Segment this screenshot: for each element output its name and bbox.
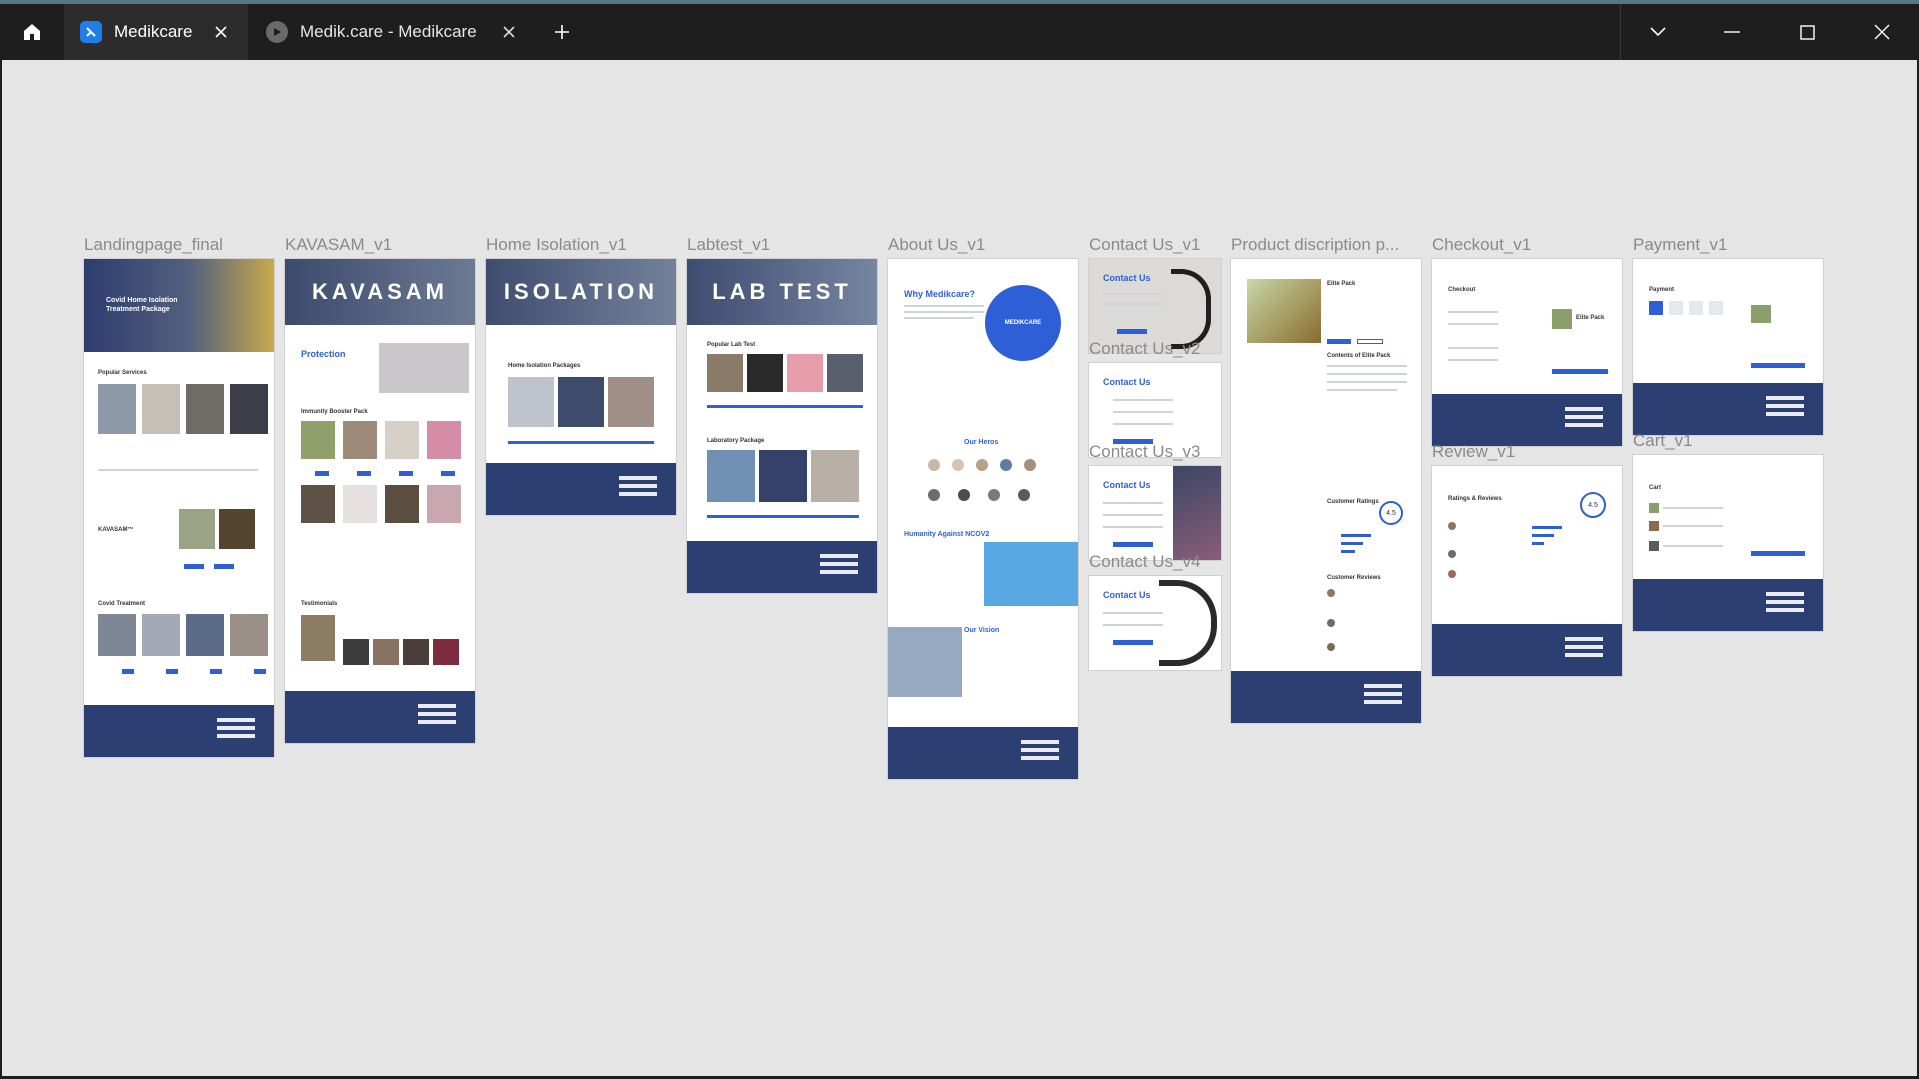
frame-contact-v4[interactable]: Contact Us xyxy=(1089,576,1221,670)
hero-banner: ISOLATION xyxy=(486,259,676,325)
footer xyxy=(888,727,1078,779)
frame-home-isolation[interactable]: ISOLATION Home Isolation Packages xyxy=(486,259,676,515)
section-title: Contact Us xyxy=(1103,480,1151,490)
logo-circle: MEDIKCARE xyxy=(985,285,1061,361)
section-title: Customer Ratings xyxy=(1327,499,1379,505)
section-title: Payment xyxy=(1649,287,1675,293)
minimize-icon xyxy=(1724,31,1740,33)
frame-label[interactable]: Contact Us_v2 xyxy=(1089,339,1223,359)
section-title: Immunity Booster Pack xyxy=(301,409,368,415)
section-title: Our Heros xyxy=(964,439,999,446)
close-icon xyxy=(1874,24,1890,40)
footer xyxy=(1633,579,1823,631)
section-title: Laboratory Package xyxy=(707,438,765,444)
frame-label[interactable]: Contact Us_v1 xyxy=(1089,235,1223,255)
chevron-down-icon xyxy=(1650,27,1666,37)
footer xyxy=(1231,671,1421,723)
section-title: Customer Reviews xyxy=(1327,575,1381,581)
frame-label[interactable]: About Us_v1 xyxy=(888,235,1078,255)
frame-review[interactable]: Ratings & Reviews 4.5 xyxy=(1432,466,1622,676)
frame-label[interactable]: Payment_v1 xyxy=(1633,235,1823,255)
footer xyxy=(84,705,274,757)
footer xyxy=(486,463,676,515)
frame-label[interactable]: Review_v1 xyxy=(1432,442,1622,462)
section-title: Testimonials xyxy=(301,601,338,607)
hero-title: ISOLATION xyxy=(503,279,659,304)
footer xyxy=(1432,394,1622,446)
frame-landing[interactable]: Covid Home Isolation Treatment Package P… xyxy=(84,259,274,757)
hero-banner: KAVASAM xyxy=(285,259,475,325)
frame-product[interactable]: Elite Pack Contents of Elite Pack Custom… xyxy=(1231,259,1421,723)
close-window-button[interactable] xyxy=(1845,4,1919,60)
section-title: KAVASAM™ xyxy=(98,527,134,533)
frame-label[interactable]: Checkout_v1 xyxy=(1432,235,1622,255)
frame-about[interactable]: Why Medikcare? MEDIKCARE Our Heros Human… xyxy=(888,259,1078,779)
frame-label[interactable]: KAVASAM_v1 xyxy=(285,235,475,255)
frame-label[interactable]: Contact Us_v4 xyxy=(1089,552,1223,572)
rating-circle: 4.5 xyxy=(1379,501,1403,525)
section-title: Humanity Against NCOV2 xyxy=(904,531,990,538)
section-title: Covid Treatment xyxy=(98,601,146,607)
section-title: Ratings & Reviews xyxy=(1448,496,1502,502)
footer xyxy=(1432,624,1622,676)
frame-kavasam[interactable]: KAVASAM Protection Immunity Booster Pack… xyxy=(285,259,475,743)
section-title: Cart xyxy=(1649,485,1662,491)
home-button[interactable] xyxy=(0,4,64,60)
tab-label: Medik.care - Medikcare xyxy=(300,22,477,41)
logo-text: MEDIKCARE xyxy=(1004,320,1042,326)
title-bar: Medikcare Medik.care - Medikcare xyxy=(0,0,1919,60)
app-icon xyxy=(80,21,102,43)
design-canvas[interactable]: Landingpage_final Covid Home Isolation T… xyxy=(2,60,1917,1076)
section-title: Popular Services xyxy=(98,370,147,376)
new-tab-button[interactable] xyxy=(544,14,580,50)
rating-value: 4.5 xyxy=(1588,501,1598,509)
frame-labtest[interactable]: LAB TEST Popular Lab Test Laboratory Pac… xyxy=(687,259,877,593)
footer xyxy=(285,691,475,743)
tab-list-button[interactable] xyxy=(1621,4,1695,60)
play-icon xyxy=(266,21,288,43)
plus-icon xyxy=(555,25,569,39)
section-title: Contents of Elite Pack xyxy=(1327,353,1391,359)
frame-checkout[interactable]: Checkout Elite Pack xyxy=(1432,259,1622,446)
item-name: Elite Pack xyxy=(1576,315,1605,321)
tab-label: Medikcare xyxy=(114,22,193,41)
frame-label[interactable]: Labtest_v1 xyxy=(687,235,877,255)
rating-circle: 4.5 xyxy=(1580,492,1606,518)
maximize-icon xyxy=(1799,24,1815,40)
hero-banner: Covid Home Isolation Treatment Package xyxy=(84,259,274,352)
tab-medikcare[interactable]: Medikcare xyxy=(64,4,248,60)
section-title: Our Vision xyxy=(964,627,1000,634)
close-tab-icon[interactable] xyxy=(210,21,232,43)
minimize-button[interactable] xyxy=(1695,4,1769,60)
frame-label[interactable]: Contact Us_v3 xyxy=(1089,442,1223,462)
section-title: Elite Pack xyxy=(1327,281,1356,287)
footer xyxy=(1633,383,1823,435)
hero-title: KAVASAM xyxy=(312,279,448,304)
home-icon xyxy=(24,24,40,40)
tab-medik-care[interactable]: Medik.care - Medikcare xyxy=(250,4,536,60)
section-title: Contact Us xyxy=(1103,377,1151,387)
frame-label[interactable]: Landingpage_final xyxy=(84,235,274,255)
frame-label[interactable]: Home Isolation_v1 xyxy=(486,235,676,255)
section-title: Contact Us xyxy=(1103,590,1151,600)
section-title: Home Isolation Packages xyxy=(508,363,581,369)
hero-title: Covid Home Isolation Treatment Package xyxy=(106,297,178,313)
frame-contact-v3[interactable]: Contact Us xyxy=(1089,466,1221,560)
footer xyxy=(687,541,877,593)
section-title: Why Medikcare? xyxy=(904,289,976,299)
frame-label[interactable]: Cart_v1 xyxy=(1633,431,1823,451)
hero-title: LAB TEST xyxy=(712,279,852,304)
close-tab-icon[interactable] xyxy=(498,21,520,43)
section-title: Contact Us xyxy=(1103,273,1151,283)
section-title: Checkout xyxy=(1448,287,1476,293)
section-title: Popular Lab Test xyxy=(707,342,756,348)
frame-cart[interactable]: Cart xyxy=(1633,455,1823,631)
maximize-button[interactable] xyxy=(1770,4,1844,60)
rating-value: 4.5 xyxy=(1386,509,1396,517)
frame-label[interactable]: Product discription p... xyxy=(1231,235,1421,255)
hero-banner: LAB TEST xyxy=(687,259,877,325)
section-title: Protection xyxy=(301,349,346,359)
frame-payment[interactable]: Payment xyxy=(1633,259,1823,435)
